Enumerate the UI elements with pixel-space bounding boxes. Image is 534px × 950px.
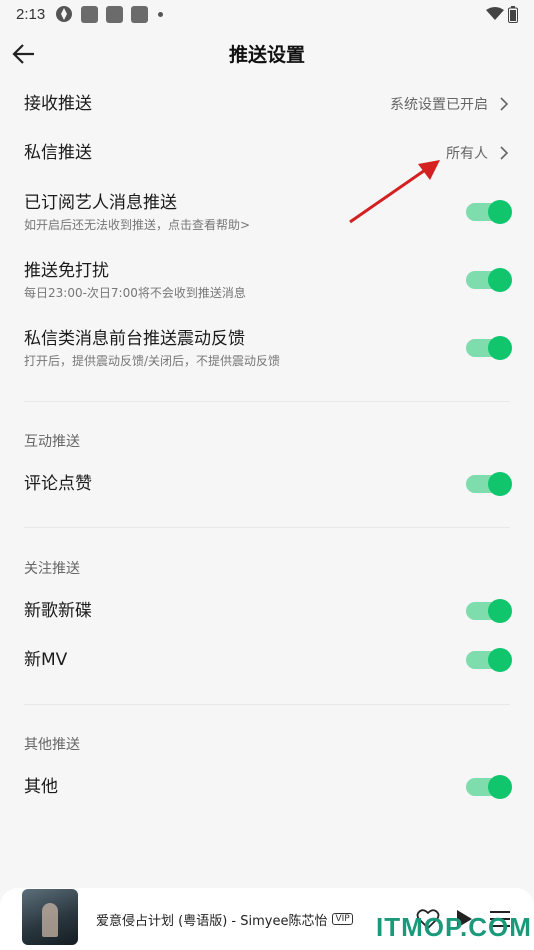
notification-icon bbox=[131, 5, 149, 23]
setting-value: 所有人 bbox=[446, 146, 488, 162]
watermark-logo: ITMOP.COM bbox=[376, 912, 532, 942]
toggle-knob bbox=[488, 268, 512, 292]
setting-artist-push: 已订阅艺人消息推送 如开启后还无法收到推送，点击查看帮助> bbox=[0, 190, 534, 234]
other-toggle[interactable] bbox=[466, 775, 512, 799]
divider bbox=[24, 527, 510, 528]
song-title: 爱意侵占计划 (粤语版) - Simyee陈芯怡 bbox=[96, 913, 328, 929]
back-arrow-icon[interactable] bbox=[10, 40, 38, 68]
status-time: 2:13 bbox=[16, 5, 46, 23]
dnd-toggle[interactable] bbox=[466, 268, 512, 292]
app-notification-icon bbox=[55, 5, 73, 23]
section-title-follow: 关注推送 bbox=[24, 561, 80, 577]
notification-icon bbox=[81, 5, 99, 23]
setting-dm-vibrate: 私信类消息前台推送震动反馈 打开后，提供震动反馈/关闭后，不提供震动反馈 bbox=[0, 326, 534, 370]
setting-label: 其他 bbox=[24, 777, 58, 797]
section-title-interaction: 互动推送 bbox=[24, 434, 80, 450]
album-cover[interactable] bbox=[22, 889, 78, 945]
setting-value: 系统设置已开启 bbox=[390, 97, 488, 113]
divider bbox=[24, 401, 510, 402]
toggle-knob bbox=[488, 200, 512, 224]
setting-other: 其他 bbox=[0, 769, 534, 805]
comment-like-toggle[interactable] bbox=[466, 472, 512, 496]
setting-label: 私信类消息前台推送震动反馈 bbox=[24, 328, 245, 349]
setting-receive-push[interactable]: 接收推送 系统设置已开启 bbox=[0, 84, 534, 124]
setting-label: 私信推送 bbox=[24, 143, 92, 163]
setting-dnd: 推送免打扰 每日23:00-次日7:00将不会收到推送消息 bbox=[0, 258, 534, 302]
artist-push-toggle[interactable] bbox=[466, 200, 512, 224]
more-notifications-icon bbox=[158, 11, 164, 17]
new-songs-toggle[interactable] bbox=[466, 599, 512, 623]
dm-vibrate-toggle[interactable] bbox=[466, 336, 512, 360]
section-title-other: 其他推送 bbox=[24, 737, 80, 753]
setting-label: 新MV bbox=[24, 650, 68, 670]
setting-help-link[interactable]: 如开启后还无法收到推送，点击查看帮助> bbox=[24, 218, 466, 233]
setting-dm-push[interactable]: 私信推送 所有人 bbox=[0, 133, 534, 173]
chevron-right-icon bbox=[500, 97, 509, 111]
setting-new-mv: 新MV bbox=[0, 642, 534, 678]
page-title: 推送设置 bbox=[228, 43, 305, 66]
divider bbox=[24, 704, 510, 705]
setting-description: 每日23:00-次日7:00将不会收到推送消息 bbox=[24, 285, 246, 300]
chevron-right-icon bbox=[500, 146, 509, 160]
toggle-knob bbox=[488, 648, 512, 672]
toggle-knob bbox=[488, 599, 512, 623]
status-bar: 2:13 bbox=[0, 0, 534, 28]
setting-comment-like: 评论点赞 bbox=[0, 466, 534, 502]
setting-label: 接收推送 bbox=[24, 94, 92, 114]
toggle-knob bbox=[488, 336, 512, 360]
wifi-icon bbox=[486, 7, 504, 21]
toggle-knob bbox=[488, 472, 512, 496]
app-header: 推送设置 bbox=[0, 28, 534, 78]
setting-label: 已订阅艺人消息推送 bbox=[24, 192, 177, 213]
new-mv-toggle[interactable] bbox=[466, 648, 512, 672]
now-playing-title[interactable]: 爱意侵占计划 (粤语版) - Simyee陈芯怡 VIP bbox=[96, 910, 416, 929]
setting-label: 新歌新碟 bbox=[24, 601, 92, 621]
setting-label: 评论点赞 bbox=[24, 474, 92, 494]
toggle-knob bbox=[488, 775, 512, 799]
vip-badge: VIP bbox=[332, 913, 353, 925]
battery-icon bbox=[508, 5, 518, 23]
setting-new-songs: 新歌新碟 bbox=[0, 593, 534, 629]
setting-description: 打开后，提供震动反馈/关闭后，不提供震动反馈 bbox=[24, 353, 281, 368]
setting-label: 推送免打扰 bbox=[24, 260, 109, 281]
notification-icon bbox=[106, 5, 124, 23]
